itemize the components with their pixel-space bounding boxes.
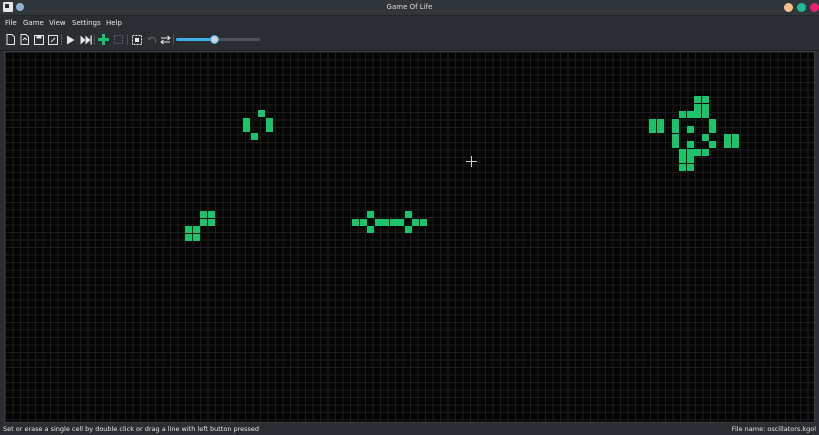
- live-cell[interactable]: [367, 226, 374, 233]
- live-cell[interactable]: [701, 103, 709, 111]
- speed-slider-fill: [176, 38, 214, 41]
- live-cell[interactable]: [352, 218, 359, 226]
- window-title: Game Of Life: [386, 3, 433, 11]
- live-cell[interactable]: [679, 156, 686, 163]
- live-cell[interactable]: [649, 118, 656, 126]
- live-cell[interactable]: [731, 141, 739, 148]
- zoom-fit-icon[interactable]: [130, 33, 143, 46]
- live-cell[interactable]: [382, 218, 389, 226]
- live-cell[interactable]: [656, 118, 664, 126]
- menu-file[interactable]: File: [5, 16, 17, 30]
- menu-game[interactable]: Game: [23, 16, 44, 30]
- close-button[interactable]: [810, 3, 819, 12]
- live-cell[interactable]: [374, 218, 382, 226]
- live-cell[interactable]: [686, 126, 694, 133]
- swap-icon[interactable]: [159, 33, 172, 46]
- save-icon[interactable]: [32, 33, 45, 46]
- live-cell[interactable]: [419, 218, 427, 226]
- status-hint: Set or erase a single cell by double cli…: [3, 425, 260, 433]
- menu-help[interactable]: Help: [106, 16, 122, 30]
- live-cell[interactable]: [671, 133, 679, 141]
- minimize-button[interactable]: [784, 3, 793, 12]
- play-icon[interactable]: [64, 33, 77, 46]
- live-cell[interactable]: [671, 126, 679, 133]
- live-cell[interactable]: [686, 148, 694, 156]
- menu-settings[interactable]: Settings: [72, 16, 101, 30]
- live-cell[interactable]: [200, 211, 207, 218]
- live-cell[interactable]: [671, 118, 679, 126]
- live-cell[interactable]: [709, 118, 716, 126]
- live-cell[interactable]: [701, 148, 709, 156]
- toolbar-separator: [127, 34, 128, 45]
- add-cell-icon[interactable]: [97, 33, 110, 46]
- live-cell[interactable]: [709, 141, 716, 148]
- game-board[interactable]: [4, 51, 815, 423]
- speed-slider[interactable]: [176, 35, 260, 44]
- live-cell[interactable]: [671, 141, 679, 148]
- save-as-icon[interactable]: [46, 33, 59, 46]
- toolbar-separator: [173, 34, 174, 45]
- menu-view[interactable]: View: [49, 16, 66, 30]
- live-cell[interactable]: [359, 218, 367, 226]
- live-cell[interactable]: [200, 218, 207, 226]
- fast-forward-icon[interactable]: [79, 33, 92, 46]
- live-cell[interactable]: [389, 218, 397, 226]
- maximize-button[interactable]: [797, 3, 806, 12]
- live-cell[interactable]: [404, 226, 412, 233]
- new-icon[interactable]: [4, 33, 17, 46]
- live-cell[interactable]: [243, 117, 250, 125]
- toolbar: [0, 30, 819, 51]
- live-cell[interactable]: [724, 141, 731, 148]
- live-cell[interactable]: [694, 96, 701, 103]
- crosshair-cursor: [466, 156, 477, 167]
- select-icon[interactable]: [112, 33, 125, 46]
- live-cell[interactable]: [701, 96, 709, 103]
- live-cell[interactable]: [258, 110, 265, 117]
- open-icon[interactable]: [18, 33, 31, 46]
- live-cell[interactable]: [679, 163, 686, 171]
- live-cell[interactable]: [694, 111, 701, 118]
- live-cell[interactable]: [207, 218, 215, 226]
- toolbar-separator: [94, 34, 95, 45]
- live-cell[interactable]: [207, 211, 215, 218]
- undo-icon[interactable]: [145, 33, 158, 46]
- live-cell[interactable]: [709, 126, 716, 133]
- live-cell[interactable]: [679, 111, 686, 118]
- live-cell[interactable]: [694, 148, 701, 156]
- live-cell[interactable]: [686, 156, 694, 163]
- live-cell[interactable]: [185, 233, 192, 241]
- live-cell[interactable]: [731, 133, 739, 141]
- live-cell[interactable]: [686, 141, 694, 148]
- live-cell[interactable]: [243, 125, 250, 132]
- live-cell[interactable]: [192, 226, 200, 233]
- live-cell[interactable]: [724, 133, 731, 141]
- live-cell[interactable]: [265, 125, 273, 132]
- live-cell[interactable]: [649, 126, 656, 133]
- toolbar-separator: [61, 34, 62, 45]
- status-file-name: File name: oscillators.kgol: [731, 425, 816, 433]
- live-cell[interactable]: [686, 111, 694, 118]
- live-cell[interactable]: [265, 117, 273, 125]
- live-cell[interactable]: [192, 233, 200, 241]
- live-cell[interactable]: [397, 218, 404, 226]
- live-cell[interactable]: [701, 133, 709, 141]
- live-cell[interactable]: [412, 218, 419, 226]
- live-cell[interactable]: [404, 211, 412, 218]
- live-cell[interactable]: [679, 148, 686, 156]
- speed-slider-handle[interactable]: [209, 35, 219, 44]
- status-bar: Set or erase a single cell by double cli…: [0, 424, 819, 435]
- live-cell[interactable]: [367, 211, 374, 218]
- live-cell[interactable]: [250, 132, 258, 140]
- live-cell[interactable]: [701, 111, 709, 118]
- live-cell[interactable]: [185, 226, 192, 233]
- menu-bar: File Game View Settings Help: [0, 16, 819, 30]
- live-cell[interactable]: [686, 163, 694, 171]
- live-cell[interactable]: [656, 126, 664, 133]
- title-bar: Game Of Life: [0, 0, 819, 16]
- live-cell[interactable]: [694, 103, 701, 111]
